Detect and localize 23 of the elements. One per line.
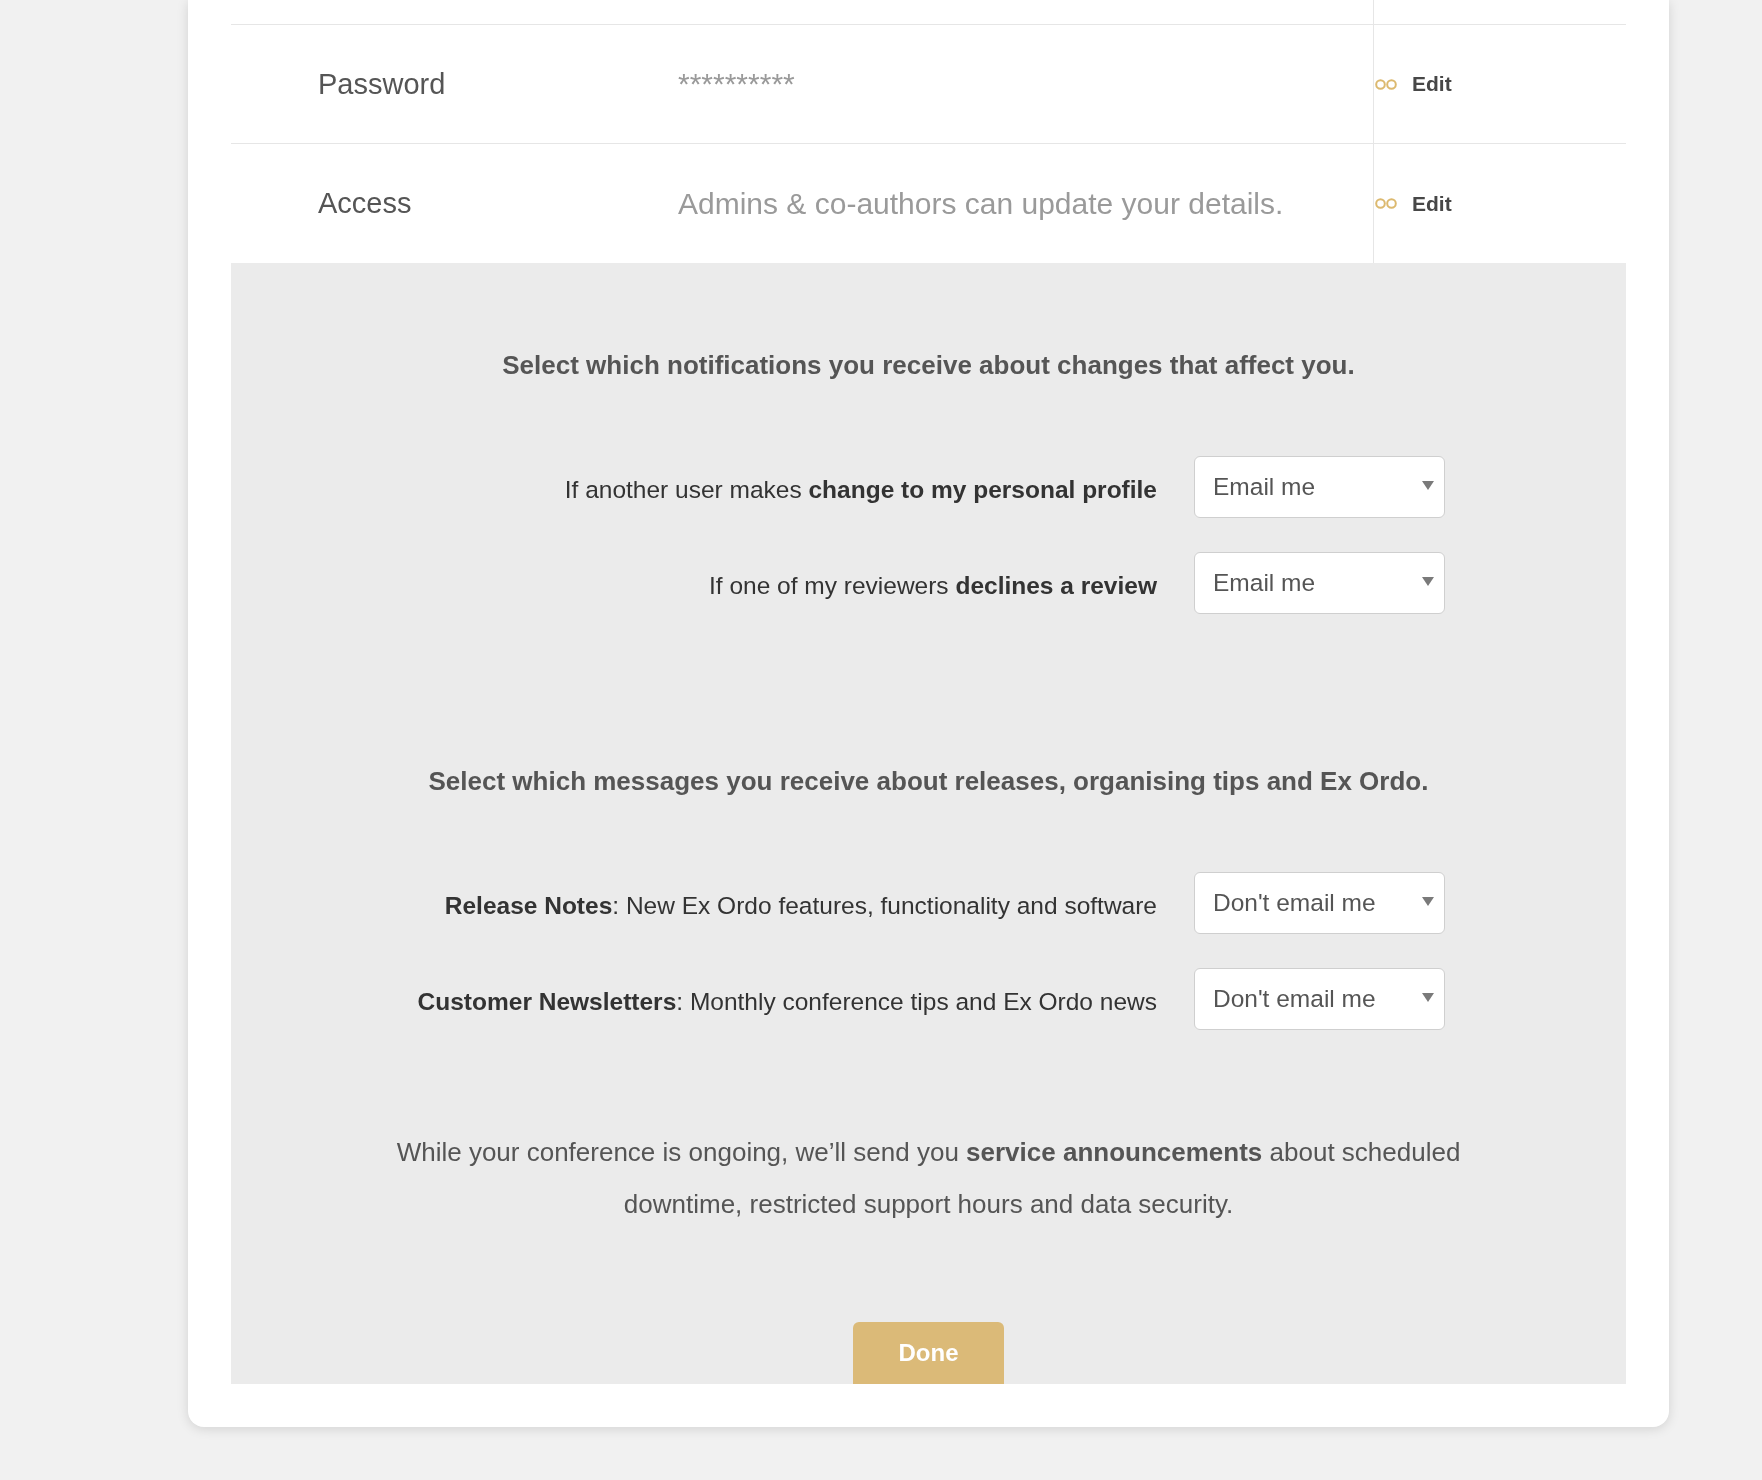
email-preference-dropdown[interactable]: Don't email me — [1194, 968, 1445, 1030]
setting-label: Customer Newsletters: Monthly conference tips and Ex Ordo news — [417, 987, 1157, 1016]
field-value: ********** — [678, 67, 795, 101]
section-heading: Select which messages you receive about releases, organising tips and Ex Ordo. — [428, 765, 1429, 798]
section-heading: Select which notifications you receive about changes that affect you. — [502, 349, 1355, 382]
caret-icon — [1422, 896, 1434, 906]
field-label: Password — [318, 67, 446, 101]
email-preference-dropdown[interactable]: Email me — [1194, 456, 1445, 518]
caret-icon — [1422, 576, 1434, 586]
email-preference-dropdown[interactable]: Don't email me — [1194, 872, 1445, 934]
service-note: While your conference is ongoing, we’ll send you service announcements about scheduled downtime, restricted support hours and data security. — [395, 1136, 1462, 1221]
field-label: Access — [318, 187, 412, 220]
setting-label: If one of my reviewers declines a review — [708, 571, 1157, 600]
email-preference-dropdown[interactable]: Email me — [1194, 552, 1445, 614]
caret-icon — [1422, 480, 1434, 490]
setting-label: If another user makes change to my personal profile — [564, 475, 1157, 504]
link-icon — [1375, 198, 1397, 209]
edit-button[interactable]: Edit — [1375, 72, 1452, 96]
caret-icon — [1422, 992, 1434, 1002]
field-value: Admins & co-authors can update your details. — [678, 186, 1284, 221]
setting-label: Release Notes: New Ex Ordo features, functionality and software — [444, 891, 1157, 920]
edit-button[interactable]: Edit — [1375, 191, 1452, 216]
link-icon — [1375, 78, 1397, 90]
